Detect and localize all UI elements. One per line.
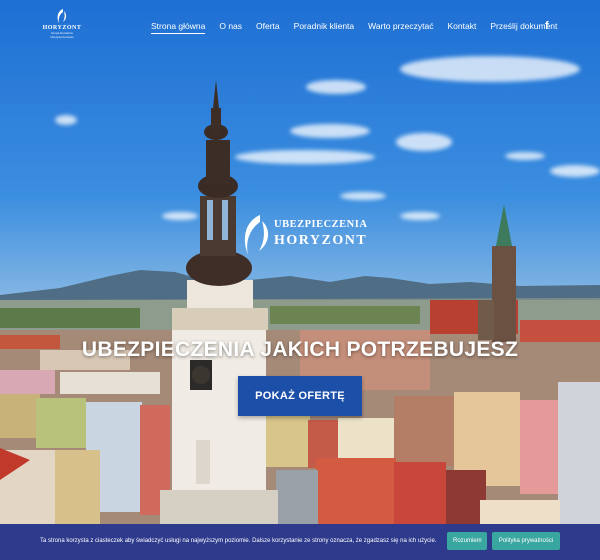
brand-mark-icon: [244, 215, 269, 255]
menu-item-about[interactable]: O nas: [219, 21, 242, 34]
menu-item-reading[interactable]: Warto przeczytać: [368, 21, 433, 34]
show-offer-button[interactable]: POKAŻ OFERTĘ: [238, 376, 362, 416]
top-navigation: HORYZONT Grupa Doradcze Ubezpieczeniowe …: [0, 0, 600, 50]
menu-item-guide[interactable]: Poradnik klienta: [294, 21, 354, 34]
logo-mark-icon: [57, 9, 67, 23]
city-illustration: [0, 80, 600, 524]
cookie-message: Ta strona korzysta z ciasteczek aby świa…: [40, 538, 437, 544]
facebook-icon[interactable]: f: [545, 20, 549, 32]
brand-line-2: HORYZONT: [274, 233, 368, 248]
menu-item-home[interactable]: Strona główna: [151, 21, 206, 34]
logo[interactable]: HORYZONT Grupa Doradcze Ubezpieczeniowe: [40, 8, 84, 39]
main-menu: Strona główna O nas Oferta Poradnik klie…: [151, 21, 571, 34]
hero-background: [0, 0, 600, 560]
menu-item-contact[interactable]: Kontakt: [447, 21, 476, 34]
privacy-policy-button[interactable]: Polityka prywatności: [492, 532, 560, 550]
logo-subtitle: Grupa Doradcze Ubezpieczeniowe: [50, 31, 74, 39]
hero-brand-logo: UBEZPIECZENIA HORYZONT: [238, 213, 368, 257]
cookie-accept-button[interactable]: Rozumiem: [447, 532, 487, 550]
brand-line-1: UBEZPIECZENIA: [274, 219, 368, 230]
hero-headline: UBEZPIECZENIA JAKICH POTRZEBUJESZ: [81, 338, 519, 361]
menu-item-offer[interactable]: Oferta: [256, 21, 280, 34]
